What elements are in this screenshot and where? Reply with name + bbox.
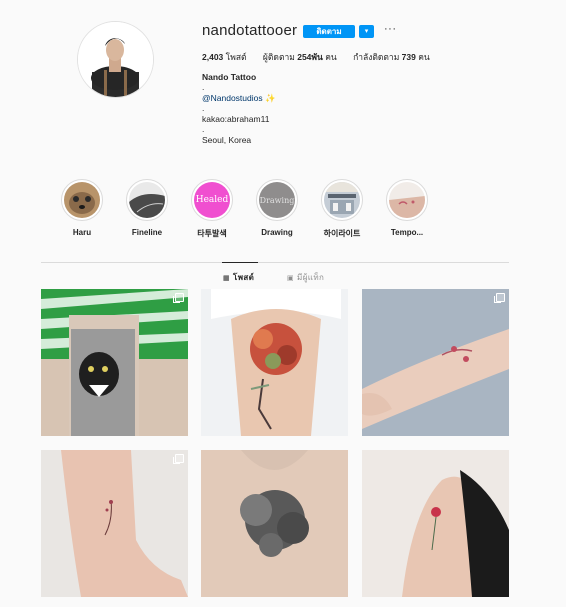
profile-username: nandotattooer (202, 22, 298, 39)
suggested-dropdown-button[interactable]: ▾ (359, 25, 374, 38)
post-thumbnail[interactable] (362, 450, 509, 597)
tabs-divider (41, 262, 509, 263)
highlight-highlights[interactable]: 하이라이트 (312, 179, 372, 239)
highlight-fineline[interactable]: Fineline (117, 179, 177, 237)
followers-stat[interactable]: ผู้ติดตาม 254พัน คน (263, 52, 337, 62)
posts-count-stat: 2,403 โพสต์ (202, 52, 247, 62)
tagged-icon: ▣ (287, 275, 295, 282)
highlight-label: 타투발색 (197, 229, 227, 238)
highlight-label: Tempo... (390, 228, 424, 237)
post-thumbnail[interactable] (41, 289, 188, 436)
bio-location: Seoul, Korea (202, 135, 252, 145)
highlight-tempo[interactable]: Tempo... (377, 179, 437, 237)
highlight-drawing[interactable]: Drawing Drawing (247, 179, 307, 237)
profile-display-name: Nando Tattoo (202, 72, 257, 82)
bio-separator: . (202, 103, 205, 113)
sparkle-icon: ✨ (264, 93, 276, 103)
post-thumbnail[interactable] (201, 450, 348, 597)
following-stat[interactable]: กำลังติดตาม 739 คน (353, 52, 430, 62)
highlight-cover (64, 182, 100, 218)
highlight-label: Fineline (131, 228, 163, 237)
more-options-icon[interactable]: ··· (384, 23, 397, 35)
profile-bio: Nando Tattoo . @Nandostudios ✨ . kakao:a… (202, 71, 276, 146)
highlight-cover (389, 182, 425, 218)
highlight-label: 하이라이트 (323, 229, 361, 238)
profile-stats: 2,403 โพสต์ ผู้ติดตาม 254พัน คน กำลังติด… (202, 50, 444, 64)
bio-kakao: kakao:abraham11 (202, 114, 270, 124)
multiple-photos-icon (173, 293, 184, 303)
highlight-cover (324, 182, 360, 218)
highlight-cover: Healed (194, 182, 230, 218)
tab-tagged[interactable]: ▣ มีผู้แท็ก (287, 271, 324, 284)
highlight-label: Drawing (261, 228, 293, 237)
active-tab-indicator (222, 262, 258, 263)
highlight-label: Haru (72, 228, 92, 237)
highlight-healed[interactable]: Healed 타투발색 (182, 179, 242, 239)
multiple-photos-icon (494, 293, 505, 303)
post-thumbnail[interactable] (201, 289, 348, 436)
post-thumbnail[interactable] (362, 289, 509, 436)
highlight-cover (129, 182, 165, 218)
multiple-photos-icon (173, 454, 184, 464)
highlight-haru[interactable]: Haru (52, 179, 112, 237)
post-thumbnail[interactable] (41, 450, 188, 597)
follow-button[interactable]: ติดตาม (303, 25, 355, 38)
profile-avatar[interactable] (77, 21, 154, 98)
bio-link-line: @Nandostudios ✨ (202, 92, 276, 104)
highlight-cover: Drawing (259, 182, 295, 218)
bio-mention-link[interactable]: @Nandostudios (202, 93, 263, 103)
tab-posts[interactable]: ▦ โพสต์ (223, 271, 254, 284)
bio-separator: . (202, 124, 205, 134)
bio-separator: . (202, 82, 205, 92)
grid-icon: ▦ (223, 275, 231, 282)
